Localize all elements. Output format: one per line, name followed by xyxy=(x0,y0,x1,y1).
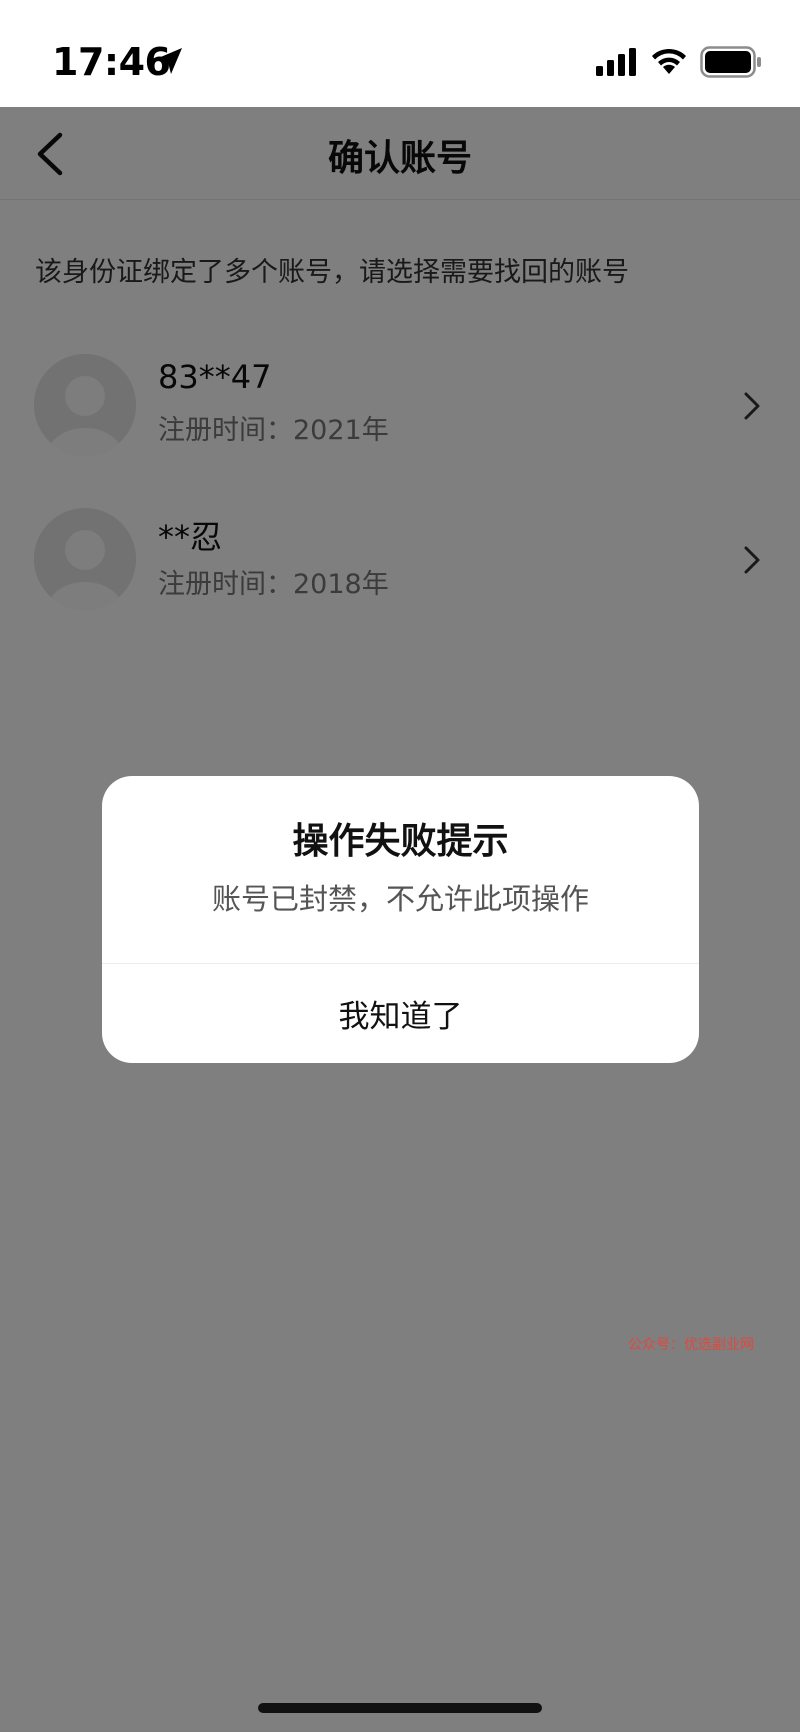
location-arrow-icon xyxy=(156,48,182,74)
cellular-signal-icon xyxy=(596,48,636,76)
status-time: 17:46 xyxy=(52,40,171,84)
error-dialog: 操作失败提示 账号已封禁，不允许此项操作 我知道了 xyxy=(102,776,699,1063)
home-indicator xyxy=(258,1703,542,1713)
watermark-text: 公众号：优选副业网 xyxy=(628,1337,754,1353)
dialog-message: 账号已封禁，不允许此项操作 xyxy=(211,882,589,916)
status-bar: 17:46 xyxy=(0,0,800,107)
acknowledge-button[interactable]: 我知道了 xyxy=(102,964,699,1063)
battery-icon xyxy=(700,46,761,78)
wifi-icon xyxy=(652,48,686,74)
dialog-title: 操作失败提示 xyxy=(292,821,509,862)
